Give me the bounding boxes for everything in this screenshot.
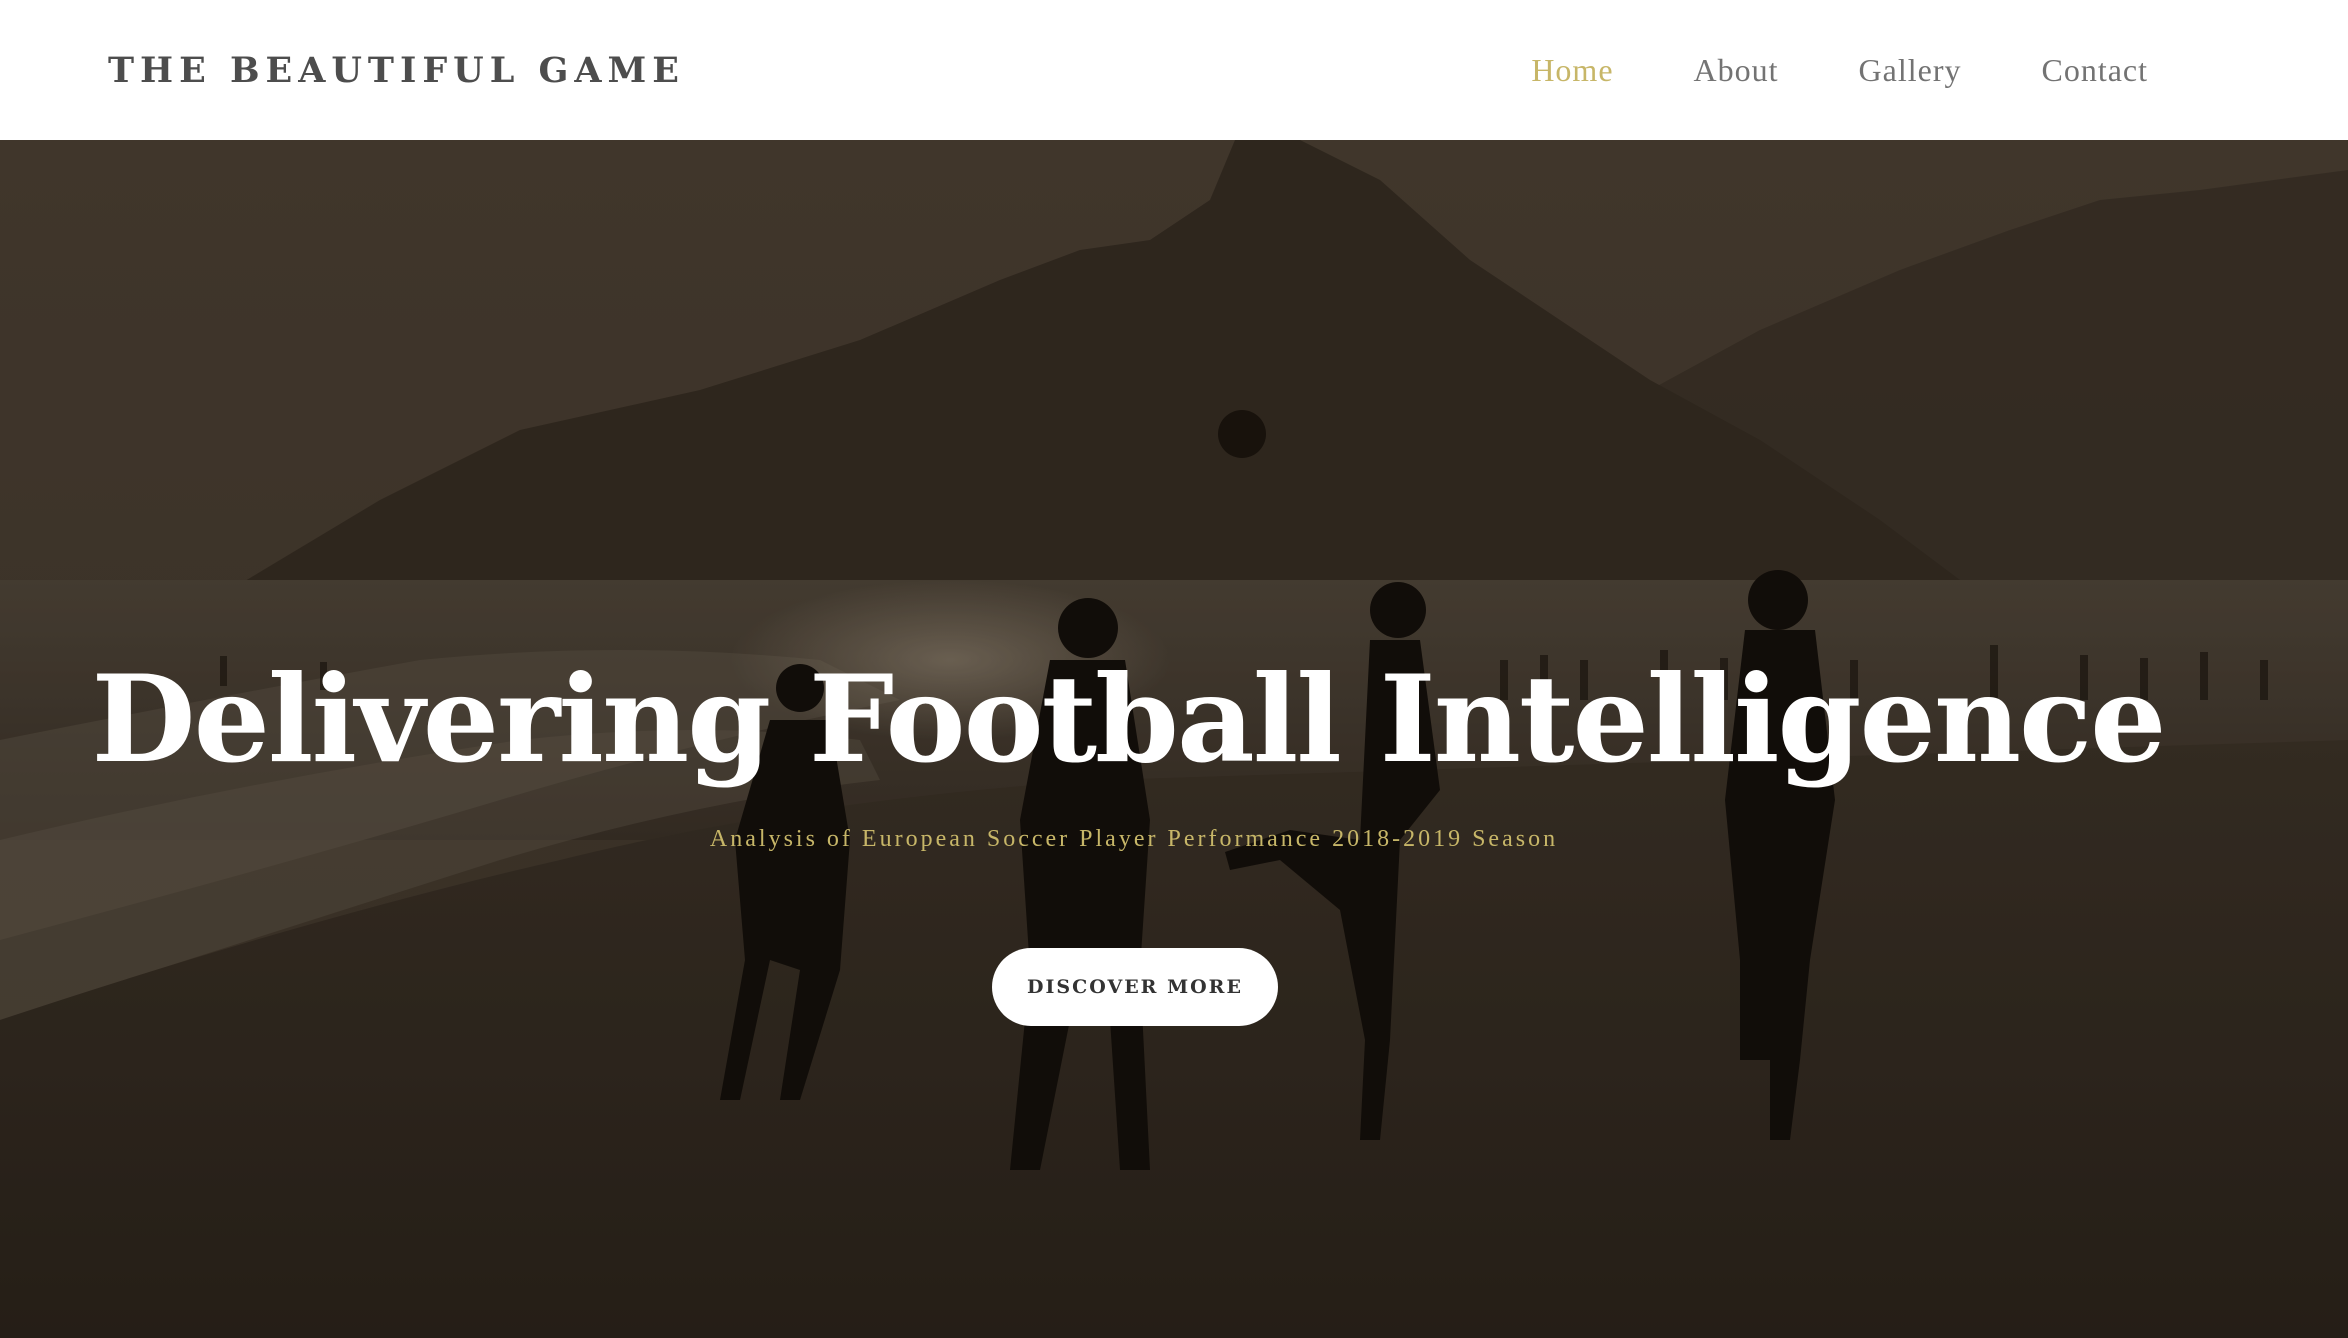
nav-item-contact: Contact: [2041, 52, 2148, 89]
navbar: THE BEAUTIFUL GAME Home About Gallery Co…: [0, 0, 2348, 140]
nav-link-home[interactable]: Home: [1531, 52, 1613, 88]
nav-link-gallery[interactable]: Gallery: [1859, 52, 1962, 88]
main-nav: Home About Gallery Contact: [1451, 0, 2148, 140]
nav-item-home: Home: [1531, 52, 1613, 89]
hero-section: Delivering Football Intelligence Analysi…: [0, 140, 2348, 1338]
hero-subtitle: Analysis of European Soccer Player Perfo…: [709, 826, 1559, 852]
discover-more-button[interactable]: DISCOVER MORE: [992, 948, 1278, 1026]
site-brand-logo[interactable]: THE BEAUTIFUL GAME: [108, 50, 685, 91]
nav-link-contact[interactable]: Contact: [2041, 52, 2148, 88]
nav-link-about[interactable]: About: [1694, 52, 1779, 88]
hero-content: Delivering Football Intelligence Analysi…: [0, 140, 2348, 1338]
nav-item-gallery: Gallery: [1859, 52, 1962, 89]
hero-title: Delivering Football Intelligence: [91, 649, 2167, 790]
nav-item-about: About: [1694, 52, 1779, 89]
